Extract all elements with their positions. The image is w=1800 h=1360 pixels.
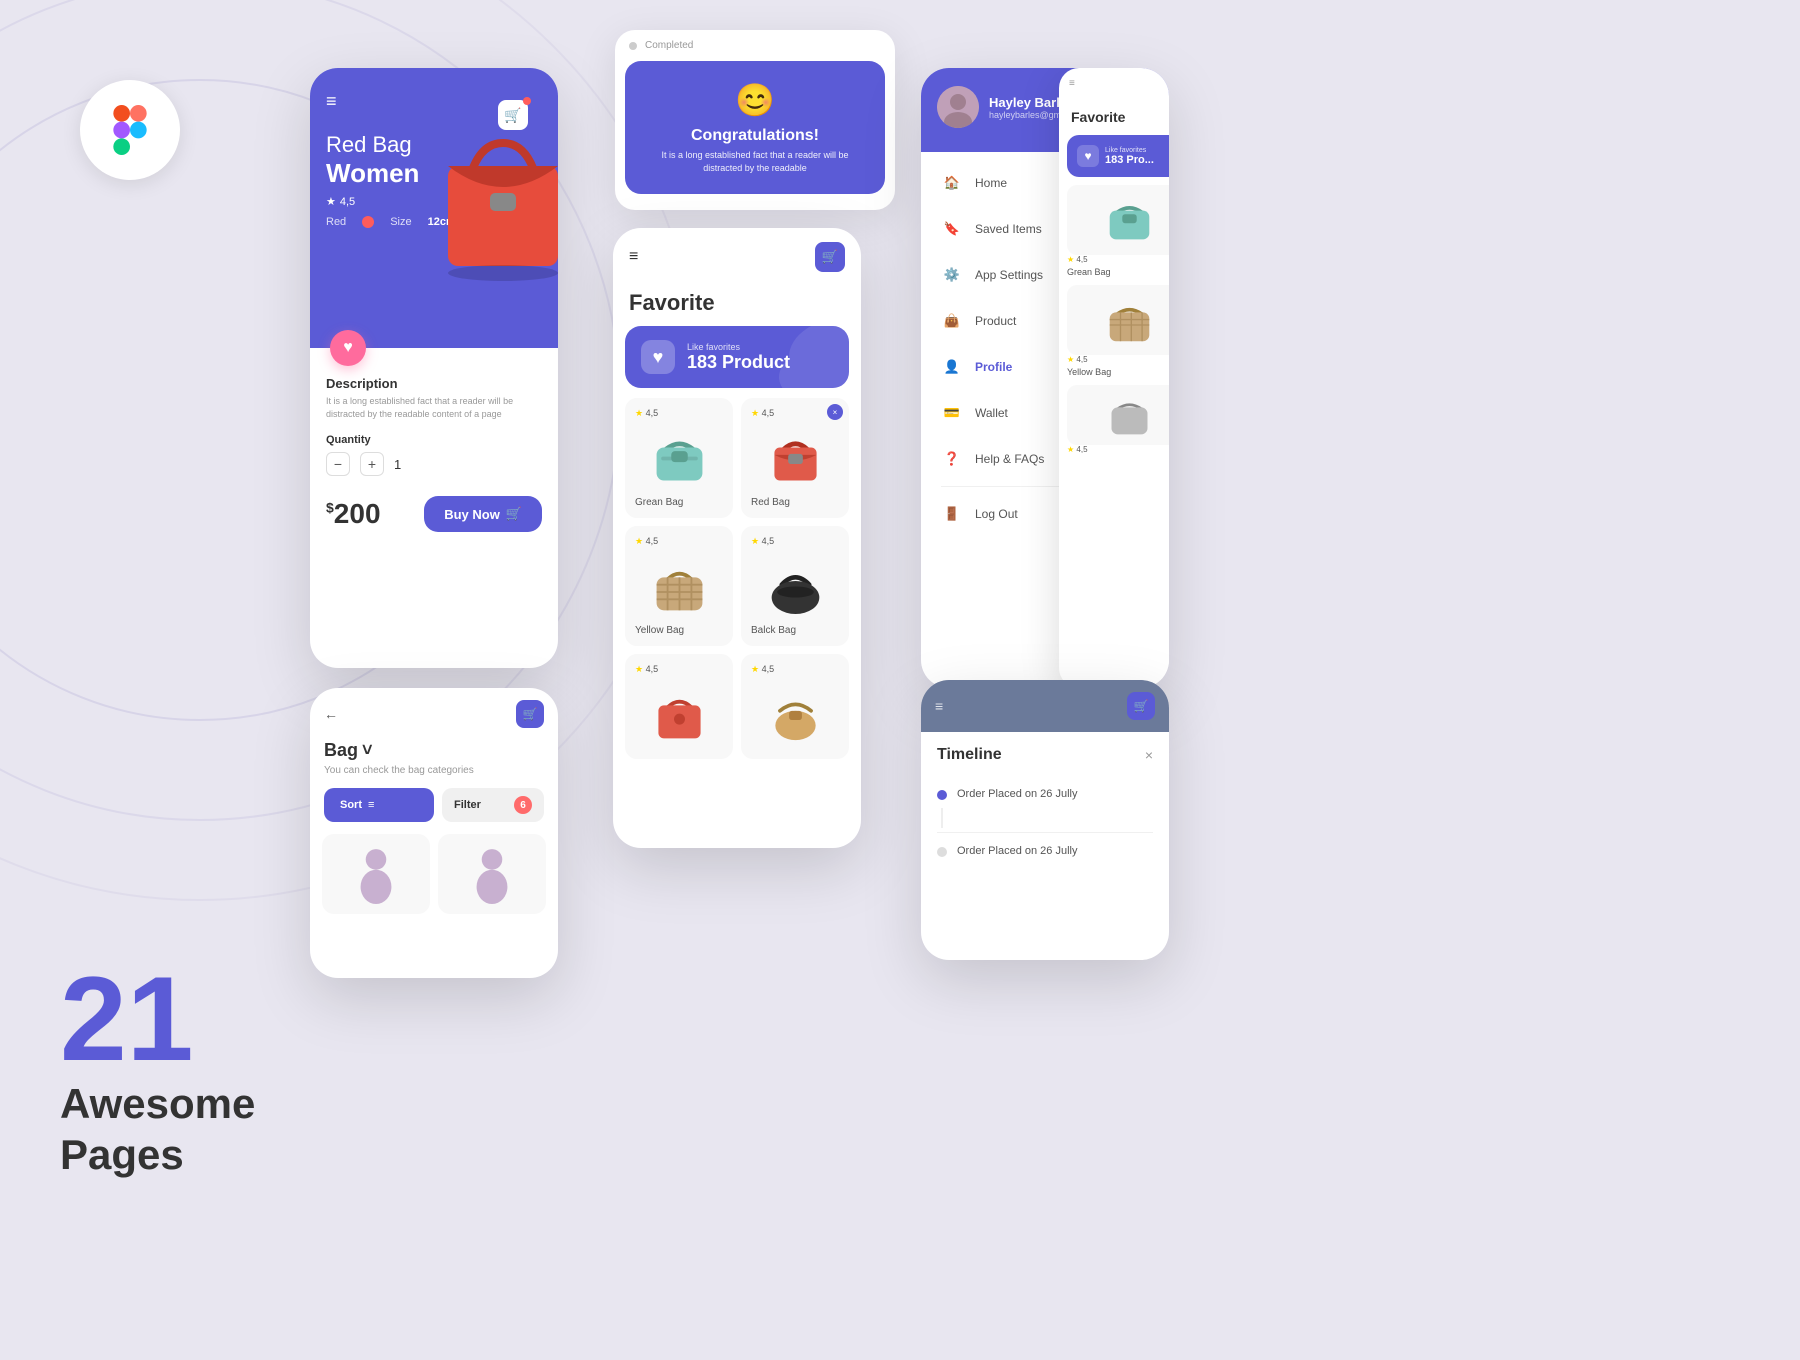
- screen-product: ≡ 🛒 Red Bag Women ★ 4,5 Red Size 12cm: [310, 68, 558, 668]
- congrats-emoji: 😊: [641, 81, 869, 119]
- quantity-label: Quantity: [326, 434, 542, 446]
- timeline-title: Timeline: [937, 746, 1002, 764]
- price: $200: [326, 498, 381, 530]
- figma-logo: [80, 80, 180, 180]
- fav-panel-overlay: ≡ Favorite ♥ Like favorites 183 Pro...: [1059, 68, 1169, 688]
- desc-text: It is a long established fact that a rea…: [326, 395, 542, 420]
- qty-decrease[interactable]: −: [326, 452, 350, 476]
- heart-button[interactable]: ♥: [330, 330, 366, 366]
- bag-card-green[interactable]: ★ 4,5 Grean Bag: [625, 398, 733, 518]
- logout-icon: 🚪: [941, 503, 963, 525]
- timeline-cart-button[interactable]: 🛒: [1127, 692, 1155, 720]
- bag-category-title: Bag ˅: [310, 740, 558, 763]
- bag-name-yellow: Yellow Bag: [635, 625, 723, 636]
- home-icon: 🏠: [941, 172, 963, 194]
- screen-timeline: ≡ 🛒 Timeline × Order Placed on 26 Jully …: [921, 680, 1169, 960]
- timeline-item-2: Order Placed on 26 Jully: [937, 837, 1153, 865]
- menu-icon[interactable]: ≡: [326, 91, 337, 112]
- fav-panel-bag-extra[interactable]: ★ 4,5: [1067, 385, 1169, 454]
- screen-favorite: ≡ 🛒 Favorite ♥ Like favorites 183 Produc…: [613, 228, 861, 848]
- timeline-item-1: Order Placed on 26 Jully: [937, 780, 1153, 808]
- bag-card-red[interactable]: ★ 4,5 × Red Bag: [741, 398, 849, 518]
- fav-panel-bag-yellow[interactable]: ★ 4,5 Yellow Bag: [1067, 285, 1169, 377]
- timeline-menu-icon[interactable]: ≡: [935, 698, 944, 714]
- fav-cart-button[interactable]: 🛒: [815, 242, 845, 272]
- favorite-title: Favorite: [613, 286, 861, 326]
- bag-name-red: Red Bag: [751, 497, 839, 508]
- congrats-subtitle: It is a long established fact that a rea…: [641, 149, 869, 174]
- saved-icon: 🔖: [941, 218, 963, 240]
- wallet-icon: 💳: [941, 402, 963, 424]
- screen-profile: Hayley Barles hayleybarles@gmail.com × 🏠…: [921, 68, 1169, 688]
- congrats-banner: 😊 Congratulations! It is a long establis…: [625, 61, 885, 194]
- desc-title: Description: [326, 376, 542, 391]
- filter-button[interactable]: Filter 6: [442, 788, 544, 822]
- fav-panel-heart-icon: ♥: [1077, 145, 1099, 167]
- bag-name-black: Balck Bag: [751, 625, 839, 636]
- qty-value: 1: [394, 457, 401, 472]
- sort-button[interactable]: Sort ≡: [324, 788, 434, 822]
- help-icon: ❓: [941, 448, 963, 470]
- screen-bag-categories: ← 🛒 Bag ˅ You can check the bag categori…: [310, 688, 558, 978]
- headline-block: 21 Awesome Pages: [60, 959, 255, 1180]
- fashion-item-1[interactable]: [322, 834, 430, 914]
- bag-card-5[interactable]: ★ 4,5: [625, 654, 733, 759]
- profile-icon: 👤: [941, 356, 963, 378]
- profile-avatar: [937, 86, 979, 128]
- timeline-order-2: Order Placed on 26 Jully: [957, 845, 1077, 857]
- bag-card-yellow[interactable]: ★ 4,5 Yellow Bag: [625, 526, 733, 646]
- bag-card-black[interactable]: ★ 4,5 Balck Bag: [741, 526, 849, 646]
- timeline-close-button[interactable]: ×: [1145, 747, 1153, 763]
- bag-card-6[interactable]: ★ 4,5: [741, 654, 849, 759]
- settings-icon: ⚙️: [941, 264, 963, 286]
- product-image: [408, 118, 558, 298]
- back-button[interactable]: ←: [324, 706, 338, 722]
- completed-status: Completed: [645, 40, 693, 51]
- like-banner: ♥ Like favorites 183 Product: [625, 326, 849, 388]
- headline-number: 21: [60, 959, 255, 1079]
- filter-count: 6: [514, 796, 532, 814]
- bag-category-subtitle: You can check the bag categories: [310, 763, 558, 788]
- timeline-dot-active: [937, 790, 947, 800]
- fav-panel-bag-green[interactable]: ★ 4,5 Grean Bag: [1067, 185, 1169, 277]
- congrats-title: Congratulations!: [641, 127, 869, 145]
- headline-text: Awesome Pages: [60, 1079, 255, 1180]
- bag-name-green: Grean Bag: [635, 497, 723, 508]
- bag-cart-button[interactable]: 🛒: [516, 700, 544, 728]
- fav-panel-banner: ♥ Like favorites 183 Pro...: [1067, 135, 1169, 177]
- timeline-dot-inactive: [937, 847, 947, 857]
- fav-menu-icon[interactable]: ≡: [629, 248, 639, 266]
- product-icon: 👜: [941, 310, 963, 332]
- buy-now-button[interactable]: Buy Now 🛒: [424, 496, 542, 532]
- congrats-card: Completed 😊 Congratulations! It is a lon…: [615, 30, 895, 210]
- qty-increase[interactable]: +: [360, 452, 384, 476]
- like-heart-icon: ♥: [641, 340, 675, 374]
- remove-bag-button[interactable]: ×: [827, 404, 843, 420]
- timeline-order-1: Order Placed on 26 Jully: [957, 788, 1077, 800]
- fashion-item-2[interactable]: [438, 834, 546, 914]
